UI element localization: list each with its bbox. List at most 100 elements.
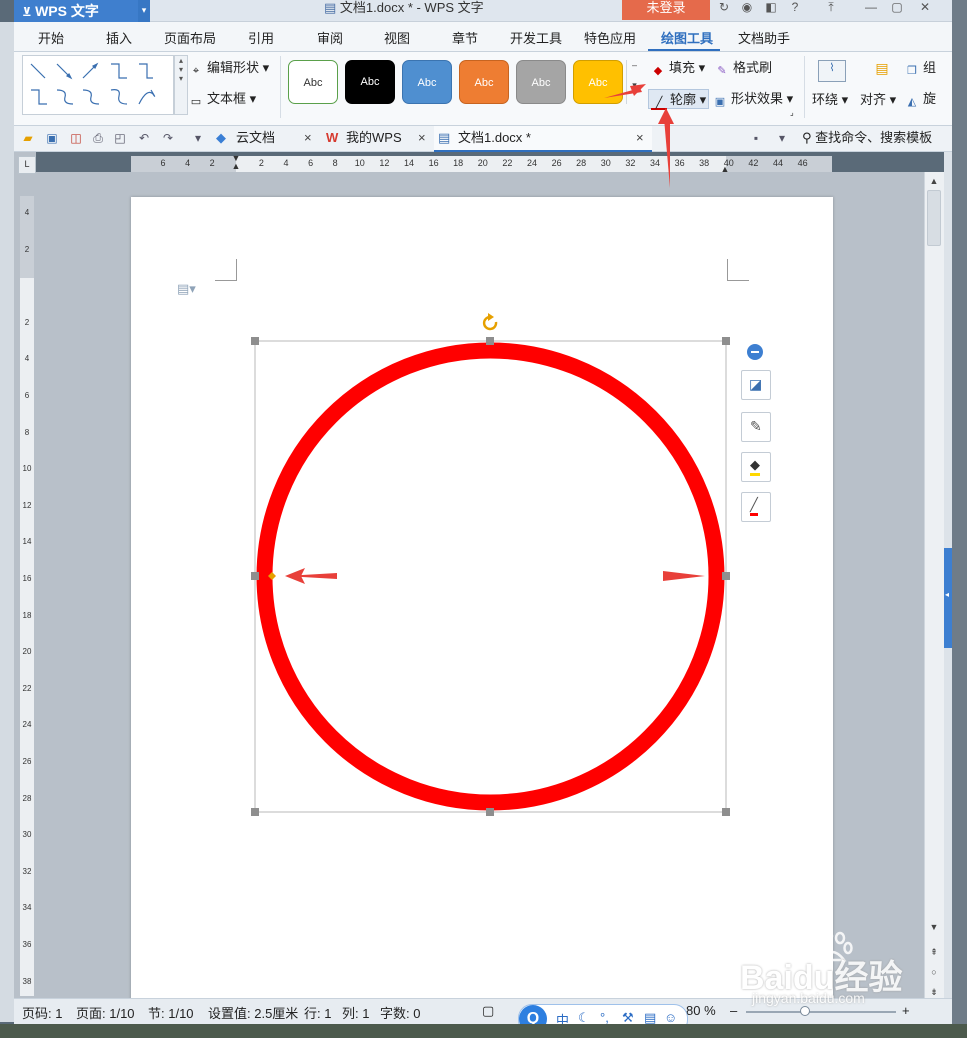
ruler-tick-label: 14: [403, 158, 414, 168]
status-section: 节: 1/10: [148, 1006, 194, 1021]
maximize-icon[interactable]: ▢: [888, 0, 906, 18]
layout-options-button[interactable]: ◪: [741, 370, 771, 400]
dialog-launcher-icon[interactable]: ⌟: [790, 108, 794, 118]
print-preview-icon[interactable]: ◰: [112, 130, 128, 146]
quick-access-bar: ▰ ▣ ◫ ⎙ ◰ ↶ ↷ ▾ ◆ 云文档 × W 我的WPS × ▤ 文档1.…: [14, 126, 952, 152]
tab-home[interactable]: 开始: [38, 28, 64, 48]
shape-style-1[interactable]: Abc: [288, 60, 338, 104]
search-command-box[interactable]: ⚲ 查找命令、搜索模板: [802, 126, 952, 152]
close-icon[interactable]: ✕: [916, 0, 934, 18]
chart-layout-icon: ◪: [749, 376, 763, 392]
window-title: ▤ 文档1.docx * - WPS 文字: [324, 0, 484, 15]
tab-doc-assistant[interactable]: 文档助手: [738, 28, 790, 48]
app-menu-dropdown[interactable]: ▾: [138, 0, 150, 22]
save-icon[interactable]: ▣: [44, 130, 60, 146]
help-icon[interactable]: ?: [786, 0, 804, 18]
shape-effect-button[interactable]: ▣ 形状效果 ▾: [712, 89, 793, 109]
status-setting: 设置值: 2.5厘米: [208, 1006, 299, 1021]
shape-style-3[interactable]: Abc: [402, 60, 452, 104]
tab-references[interactable]: 引用: [248, 28, 274, 48]
wrap-button[interactable]: 环绕 ▾: [812, 90, 848, 110]
zoom-level[interactable]: 80 %: [686, 1003, 716, 1018]
tab-special[interactable]: 特色应用: [584, 28, 636, 48]
customize-dropdown-icon[interactable]: ▾: [190, 130, 206, 146]
punctuation-icon[interactable]: °,: [600, 1010, 609, 1025]
group-button[interactable]: ❐ 组: [904, 58, 936, 78]
document-icon: ▤: [438, 130, 451, 145]
ruler-tick-label: 2: [258, 158, 264, 168]
app-menu-button[interactable]: ⊻ WPS 文字: [14, 0, 138, 22]
ruler-tick-label: 8: [24, 427, 30, 437]
close-tab-icon[interactable]: ×: [418, 126, 426, 150]
minimize-icon[interactable]: —: [862, 0, 880, 18]
rotate-handle-icon[interactable]: [482, 313, 498, 331]
ruler-tab-selector[interactable]: L: [18, 156, 36, 174]
ribbon-tab-bar: 开始 插入 页面布局 引用 审阅 视图 章节 开发工具 特色应用 绘图工具 文档…: [14, 22, 952, 52]
format-painter-icon: ✎: [717, 65, 727, 77]
tab-chapter[interactable]: 章节: [452, 28, 478, 48]
outline-float-button[interactable]: ╱: [741, 492, 771, 522]
right-indent-marker-icon[interactable]: ▲: [720, 164, 730, 174]
text-box-icon: ▭: [190, 96, 202, 108]
shape-style-5[interactable]: Abc: [516, 60, 566, 104]
line-shape-gallery[interactable]: [22, 55, 174, 115]
tab-list-icon[interactable]: ▾: [774, 130, 790, 146]
emoji-icon[interactable]: ☺: [664, 1010, 677, 1025]
scrollbar-thumb[interactable]: [927, 190, 941, 246]
scroll-up-icon[interactable]: ▲: [928, 176, 940, 188]
tab-review[interactable]: 审阅: [317, 28, 343, 48]
export-pdf-icon[interactable]: ◫: [68, 130, 84, 146]
ruler-tick-label: 2: [209, 158, 215, 168]
close-tab-icon[interactable]: ×: [304, 126, 312, 150]
shape-effect-icon: ▣: [714, 96, 726, 108]
edit-shape-float-button[interactable]: ✎: [741, 412, 771, 442]
edit-shape-button[interactable]: ⌖ 编辑形状 ▾: [188, 58, 269, 78]
tab-developer[interactable]: 开发工具: [510, 28, 562, 48]
fill-float-button[interactable]: ◆: [741, 452, 771, 482]
zoom-slider[interactable]: [746, 1011, 896, 1013]
ruler-tick-label: 4: [24, 208, 30, 217]
share-icon[interactable]: ◧: [762, 0, 780, 18]
ruler-tick-label: 38: [699, 158, 710, 168]
shape-style-4[interactable]: Abc: [459, 60, 509, 104]
format-painter-button[interactable]: ✎ 格式刷: [714, 58, 772, 78]
ruler-tick-label: 6: [24, 391, 30, 400]
desktop-taskbar: [0, 1024, 967, 1038]
circle-shape[interactable]: [245, 310, 745, 825]
doc-tab-mywps[interactable]: W 我的WPS ×: [322, 126, 434, 152]
vertical-scrollbar[interactable]: [924, 172, 944, 998]
align-button[interactable]: 对齐 ▾: [860, 90, 896, 110]
rotate-button[interactable]: ◭ 旋: [904, 89, 936, 109]
baidu-watermark: Baidu经验 jingyan.baidu.com: [740, 930, 940, 1010]
restore-ribbon-icon[interactable]: ⤒: [822, 0, 840, 18]
tab-view[interactable]: 视图: [384, 28, 410, 48]
login-button[interactable]: 未登录: [622, 0, 710, 20]
tab-page-layout[interactable]: 页面布局: [164, 28, 216, 48]
ribbon-toolbar: ▴ ▾ ▾ ⌖ 编辑形状 ▾ ▭ 文本框 ▾ Abc Abc Abc Abc Abc A…: [14, 52, 952, 126]
skin-icon[interactable]: ◉: [738, 0, 756, 18]
document-icon: ▤: [324, 0, 340, 15]
indent-marker-icon[interactable]: ▼ ▲: [231, 154, 241, 174]
gallery-scroll[interactable]: ▴ ▾ ▾: [174, 55, 188, 115]
doc-tab-cloud[interactable]: ◆ 云文档 ×: [212, 126, 320, 152]
status-col: 列: 1: [342, 1006, 370, 1021]
task-pane-toggle[interactable]: ◂: [944, 548, 952, 648]
shape-style-2[interactable]: Abc: [345, 60, 395, 104]
sync-icon[interactable]: ↻: [715, 0, 733, 18]
tab-drawing-tools[interactable]: 绘图工具: [661, 28, 713, 48]
undo-icon[interactable]: ↶: [136, 130, 152, 146]
tab-insert[interactable]: 插入: [106, 28, 132, 48]
ruler-tick-label: 4: [24, 354, 30, 364]
open-folder-icon[interactable]: ▰: [20, 130, 36, 146]
zoom-out-icon[interactable]: –: [730, 1003, 737, 1018]
redo-icon[interactable]: ↷: [160, 130, 176, 146]
window-switch-icon[interactable]: ▪: [748, 130, 764, 146]
paste-options-icon[interactable]: ▤▾: [177, 281, 196, 297]
margin-corner-mark: [727, 259, 749, 281]
fill-button[interactable]: ◆ 填充 ▾: [650, 58, 705, 78]
collapse-float-toolbar-icon[interactable]: [747, 344, 763, 360]
text-box-button[interactable]: ▭ 文本框 ▾: [188, 89, 256, 109]
annotation-arrows-outline: [604, 84, 674, 188]
print-icon[interactable]: ⎙: [90, 130, 106, 146]
fullscreen-icon[interactable]: ▢: [482, 1003, 494, 1019]
